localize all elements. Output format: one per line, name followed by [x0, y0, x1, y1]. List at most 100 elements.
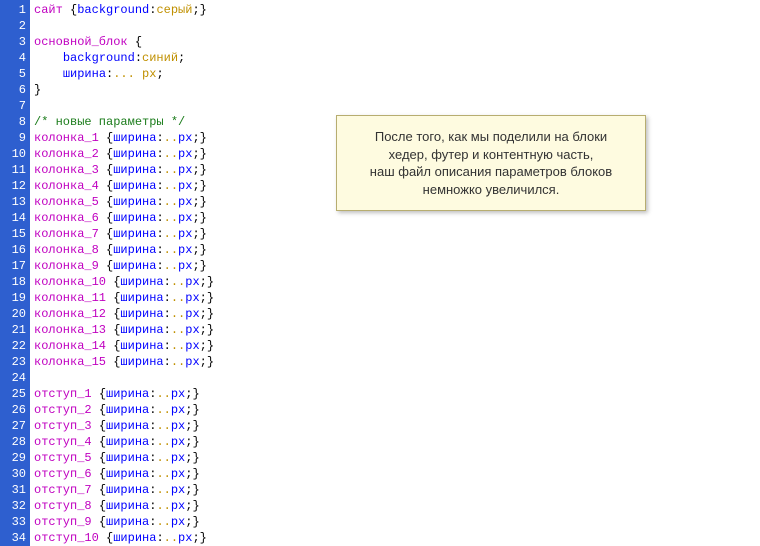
code-token: ;} [185, 451, 199, 465]
code-line[interactable]: колонка_6 {ширина:..px;} [34, 210, 214, 226]
code-token: ширина [120, 339, 163, 353]
code-token: /* новые параметры */ [34, 115, 185, 129]
code-token: ширина [113, 147, 156, 161]
annotation-note: После того, как мы поделили на блоки хед… [336, 115, 646, 211]
code-line[interactable]: отступ_3 {ширина:..px;} [34, 418, 214, 434]
code-token: ширина [106, 467, 149, 481]
code-token: колонка_15 [34, 355, 113, 369]
code-line[interactable]: ширина:... px; [34, 66, 214, 82]
code-token: .. [156, 435, 170, 449]
code-token: px [171, 403, 185, 417]
code-token: background [63, 51, 135, 65]
code-token: ширина [106, 403, 149, 417]
code-token: : [156, 163, 163, 177]
code-token: ширина [106, 387, 149, 401]
code-token: px [171, 435, 185, 449]
line-number: 9 [6, 130, 26, 146]
code-line[interactable]: отступ_6 {ширина:..px;} [34, 466, 214, 482]
code-line[interactable]: колонка_1 {ширина:..px;} [34, 130, 214, 146]
code-line[interactable]: колонка_5 {ширина:..px;} [34, 194, 214, 210]
line-number: 34 [6, 530, 26, 546]
code-token: колонка_10 [34, 275, 113, 289]
code-token: px [178, 531, 192, 545]
code-line[interactable]: отступ_4 {ширина:..px;} [34, 434, 214, 450]
code-token: .. [171, 291, 185, 305]
code-token: .. [156, 467, 170, 481]
code-line[interactable]: } [34, 82, 214, 98]
code-token: ширина [106, 435, 149, 449]
code-line[interactable]: колонка_8 {ширина:..px;} [34, 242, 214, 258]
code-token: ;} [192, 531, 206, 545]
code-line[interactable]: колонка_9 {ширина:..px;} [34, 258, 214, 274]
code-token: ширина [113, 195, 156, 209]
code-token: ширина [113, 259, 156, 273]
code-token: ;} [192, 163, 206, 177]
code-token: { [99, 499, 106, 513]
code-token: { [99, 387, 106, 401]
code-line[interactable]: отступ_9 {ширина:..px;} [34, 514, 214, 530]
code-line[interactable] [34, 98, 214, 114]
code-line[interactable]: колонка_4 {ширина:..px;} [34, 178, 214, 194]
code-line[interactable]: основной_блок { [34, 34, 214, 50]
code-line[interactable]: отступ_8 {ширина:..px;} [34, 498, 214, 514]
code-token: ширина [113, 531, 156, 545]
code-line[interactable]: отступ_10 {ширина:..px;} [34, 530, 214, 546]
code-token: ; [156, 67, 163, 81]
code-line[interactable]: отступ_7 {ширина:..px;} [34, 482, 214, 498]
line-number: 28 [6, 434, 26, 450]
code-editor: 1234567891011121314151617181920212223242… [0, 0, 760, 546]
code-token: ширина [113, 211, 156, 225]
note-line: хедер, футер и контентную часть, [347, 146, 635, 164]
code-token: : [156, 531, 163, 545]
code-token: ширина [106, 515, 149, 529]
code-line[interactable]: колонка_10 {ширина:..px;} [34, 274, 214, 290]
code-token: ;} [200, 323, 214, 337]
code-line[interactable]: колонка_11 {ширина:..px;} [34, 290, 214, 306]
code-token: : [164, 339, 171, 353]
code-token: px [171, 451, 185, 465]
line-number: 13 [6, 194, 26, 210]
code-token: ширина [106, 451, 149, 465]
code-line[interactable]: колонка_13 {ширина:..px;} [34, 322, 214, 338]
code-token: ширина [113, 179, 156, 193]
code-token: .. [164, 147, 178, 161]
code-token: : [164, 291, 171, 305]
code-token: ;} [192, 179, 206, 193]
code-token [34, 51, 63, 65]
code-token: .. [164, 227, 178, 241]
line-number: 1 [6, 2, 26, 18]
code-line[interactable]: колонка_7 {ширина:..px;} [34, 226, 214, 242]
code-token: ;} [192, 227, 206, 241]
code-token: ;} [185, 483, 199, 497]
line-number: 4 [6, 50, 26, 66]
code-line[interactable]: отступ_2 {ширина:..px;} [34, 402, 214, 418]
code-token: ;} [192, 3, 206, 17]
code-line[interactable] [34, 370, 214, 386]
code-token: отступ_1 [34, 387, 99, 401]
code-token: ширина [106, 483, 149, 497]
code-line[interactable] [34, 18, 214, 34]
code-token: отступ_2 [34, 403, 99, 417]
code-line[interactable]: сайт {background:серый;} [34, 2, 214, 18]
code-token: : [135, 51, 142, 65]
code-token: background [77, 3, 149, 17]
code-line[interactable]: колонка_14 {ширина:..px;} [34, 338, 214, 354]
code-area[interactable]: сайт {background:серый;} основной_блок {… [30, 0, 218, 546]
code-token: ширина [120, 275, 163, 289]
code-token: .. [164, 531, 178, 545]
code-line[interactable]: колонка_12 {ширина:..px;} [34, 306, 214, 322]
code-token: .. [164, 243, 178, 257]
code-line[interactable]: отступ_5 {ширина:..px;} [34, 450, 214, 466]
code-token: px [178, 227, 192, 241]
code-line[interactable]: /* новые параметры */ [34, 114, 214, 130]
code-line[interactable]: колонка_2 {ширина:..px;} [34, 146, 214, 162]
code-line[interactable]: колонка_3 {ширина:..px;} [34, 162, 214, 178]
code-token: отступ_6 [34, 467, 99, 481]
line-number: 32 [6, 498, 26, 514]
code-token: ;} [185, 499, 199, 513]
code-line[interactable]: отступ_1 {ширина:..px;} [34, 386, 214, 402]
line-number: 5 [6, 66, 26, 82]
code-token: px [178, 259, 192, 273]
code-line[interactable]: background:синий; [34, 50, 214, 66]
code-line[interactable]: колонка_15 {ширина:..px;} [34, 354, 214, 370]
